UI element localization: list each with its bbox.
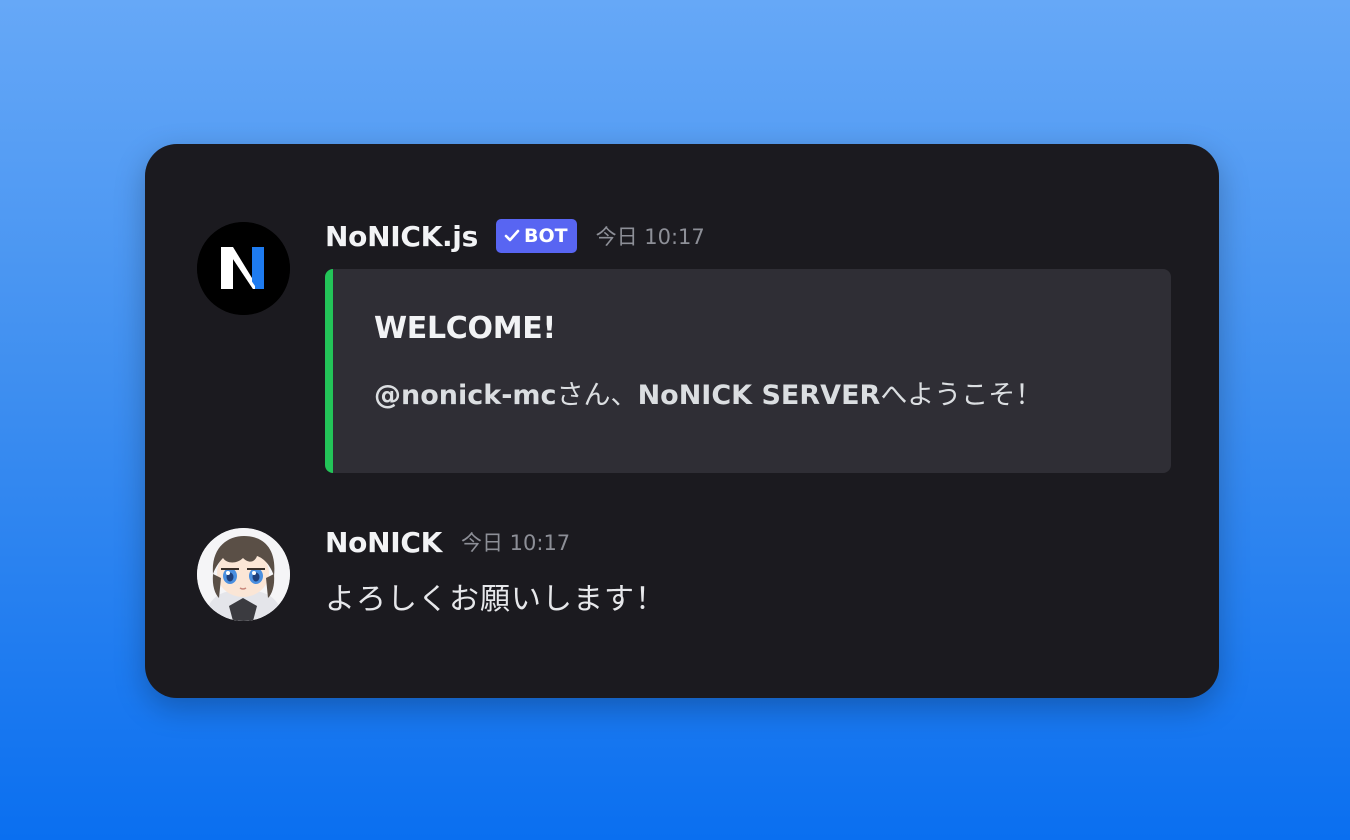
user-avatar-icon[interactable]: [197, 528, 290, 621]
message-text: よろしくお願いします！: [325, 582, 666, 617]
nonick-logo-icon[interactable]: [197, 222, 290, 315]
message-card: NoNICK.js BOT 今日 10:17 WELCOME! @nonick-…: [145, 144, 1219, 698]
welcome-embed: WELCOME! @nonick-mcさん、NoNICK SERVERへようこそ…: [325, 269, 1171, 473]
author-name[interactable]: NoNICK: [325, 526, 442, 559]
message-timestamp[interactable]: 今日 10:17: [461, 527, 570, 557]
user-message-content: NoNICK 今日 10:17 よろしくお願いします！: [325, 526, 1171, 618]
embed-description: @nonick-mcさん、NoNICK SERVERへようこそ！: [374, 373, 1131, 412]
embed-text-honorific: さん、: [556, 380, 638, 411]
author-name[interactable]: NoNICK.js: [325, 220, 478, 253]
message-header: NoNICK 今日 10:17: [325, 526, 1171, 559]
message-header: NoNICK.js BOT 今日 10:17: [325, 219, 1171, 253]
user-mention[interactable]: @nonick-mc: [374, 380, 557, 411]
server-name: NoNICK SERVER: [637, 380, 881, 411]
checkmark-icon: [504, 229, 520, 242]
message-timestamp[interactable]: 今日 10:17: [596, 221, 705, 251]
embed-title: WELCOME!: [374, 311, 556, 346]
embed-text-welcome: へようこそ！: [880, 380, 1043, 411]
bot-tag: BOT: [495, 219, 577, 253]
bot-tag-label: BOT: [523, 225, 568, 247]
bot-message-content: NoNICK.js BOT 今日 10:17 WELCOME! @nonick-…: [325, 219, 1171, 473]
